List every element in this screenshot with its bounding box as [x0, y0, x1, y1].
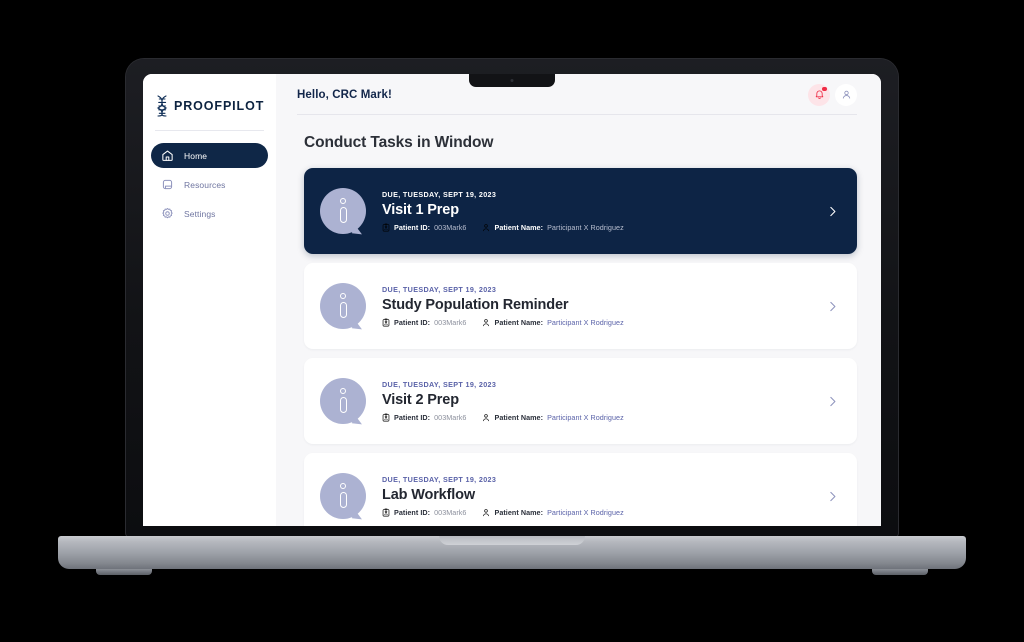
topbar-divider	[297, 114, 857, 115]
app-logo-text: PROOFPILOT	[174, 99, 265, 113]
sidebar-item-settings[interactable]: Settings	[151, 201, 268, 226]
app-logo[interactable]: PROOFPILOT	[143, 88, 276, 118]
task-meta: Patient ID: 003Mark6 Patient Name: Parti…	[382, 413, 813, 422]
laptop-foot-left	[96, 569, 152, 575]
patient-id-value: 003Mark6	[434, 508, 467, 517]
patient-id-meta: Patient ID: 003Mark6	[382, 508, 466, 517]
task-body: DUE, TUESDAY, SEPT 19, 2023 Visit 2 Prep	[382, 380, 813, 422]
task-body: DUE, TUESDAY, SEPT 19, 2023 Study Popula…	[382, 285, 813, 327]
task-due-date: DUE, TUESDAY, SEPT 19, 2023	[382, 190, 497, 199]
main-content: Hello, CRC Mark! Conduct Tasks in Window…	[276, 74, 881, 526]
patient-id-label: Patient ID:	[394, 318, 431, 327]
sidebar-item-label: Resources	[184, 179, 226, 190]
patient-id-value: 003Mark6	[434, 318, 467, 327]
chevron-right-icon[interactable]	[823, 487, 841, 505]
person-icon	[483, 414, 490, 422]
chevron-right-icon[interactable]	[823, 202, 841, 220]
patient-name-meta: Patient Name: Participant X Rodriguez	[482, 223, 624, 232]
notifications-button[interactable]	[808, 83, 830, 106]
home-icon	[161, 149, 174, 162]
sidebar-divider	[155, 130, 264, 131]
patient-id-meta: Patient ID: 003Mark6	[382, 223, 466, 232]
greeting-text: Hello, CRC Mark!	[297, 88, 392, 101]
patient-id-value: 003Mark6	[434, 223, 467, 232]
id-badge-icon	[382, 508, 390, 517]
patient-id-label: Patient ID:	[394, 223, 431, 232]
task-body: DUE, TUESDAY, SEPT 19, 2023 Visit 1 Prep	[382, 190, 813, 232]
screen-viewport: PROOFPILOT Home Resources Settings Hello…	[143, 74, 881, 526]
task-card[interactable]: DUE, TUESDAY, SEPT 19, 2023 Lab Workflow	[304, 453, 857, 526]
patient-name-value: Participant X Rodriguez	[547, 223, 624, 232]
patient-name-label: Patient Name:	[494, 508, 544, 517]
id-badge-icon	[382, 413, 390, 422]
patient-id-label: Patient ID:	[394, 413, 431, 422]
info-bubble-icon	[320, 188, 366, 237]
laptop-foot-right	[872, 569, 928, 575]
laptop-base	[58, 536, 966, 575]
sidebar-item-label: Home	[184, 150, 208, 161]
sidebar: PROOFPILOT Home Resources Settings	[143, 74, 276, 526]
patient-name-label: Patient Name:	[494, 223, 544, 232]
task-due-date: DUE, TUESDAY, SEPT 19, 2023	[382, 475, 497, 484]
laptop-mockup-scene: PROOFPILOT Home Resources Settings Hello…	[0, 0, 1024, 642]
info-bubble-icon	[320, 473, 366, 522]
person-icon	[483, 319, 490, 327]
task-card[interactable]: DUE, TUESDAY, SEPT 19, 2023 Visit 2 Prep	[304, 358, 857, 444]
task-title: Visit 2 Prep	[382, 392, 459, 408]
screen-notch	[469, 74, 555, 87]
task-title: Visit 1 Prep	[382, 202, 459, 218]
patient-name-value: Participant X Rodriguez	[547, 508, 624, 517]
patient-id-meta: Patient ID: 003Mark6	[382, 318, 466, 327]
info-bubble-icon	[320, 283, 366, 332]
patient-name-meta: Patient Name: Participant X Rodriguez	[482, 318, 624, 327]
sidebar-nav: Home Resources Settings	[143, 143, 276, 226]
webcam-icon	[510, 79, 514, 82]
person-icon	[483, 224, 490, 232]
top-bar: Hello, CRC Mark!	[276, 74, 881, 115]
patient-name-meta: Patient Name: Participant X Rodriguez	[482, 413, 624, 422]
task-meta: Patient ID: 003Mark6 Patient Name: Parti…	[382, 508, 813, 517]
task-card[interactable]: DUE, TUESDAY, SEPT 19, 2023 Study Popula…	[304, 263, 857, 349]
notification-badge-dot	[822, 86, 827, 91]
patient-id-label: Patient ID:	[394, 508, 431, 517]
sidebar-item-home[interactable]: Home	[151, 143, 268, 168]
chevron-right-icon[interactable]	[823, 392, 841, 410]
gear-icon	[161, 207, 174, 220]
book-icon	[161, 178, 174, 191]
patient-name-label: Patient Name:	[494, 318, 544, 327]
patient-id-meta: Patient ID: 003Mark6	[382, 413, 466, 422]
task-due-date: DUE, TUESDAY, SEPT 19, 2023	[382, 380, 497, 389]
dna-helix-icon	[156, 95, 168, 117]
patient-name-label: Patient Name:	[494, 413, 544, 422]
account-button[interactable]	[835, 83, 857, 106]
task-card[interactable]: DUE, TUESDAY, SEPT 19, 2023 Visit 1 Prep	[304, 168, 857, 254]
id-badge-icon	[382, 223, 390, 232]
page-title: Conduct Tasks in Window	[304, 134, 494, 151]
laptop-base-lip	[439, 536, 585, 545]
task-title: Lab Workflow	[382, 487, 475, 503]
sidebar-item-label: Settings	[184, 208, 216, 219]
chevron-right-icon[interactable]	[823, 297, 841, 315]
task-due-date: DUE, TUESDAY, SEPT 19, 2023	[382, 285, 497, 294]
task-title: Study Population Reminder	[382, 297, 569, 313]
tasks-panel: Conduct Tasks in Window DUE, TUESDAY, SE…	[276, 115, 881, 526]
info-bubble-icon	[320, 378, 366, 427]
topbar-actions	[808, 83, 857, 106]
task-meta: Patient ID: 003Mark6 Patient Name: Parti…	[382, 318, 813, 327]
task-body: DUE, TUESDAY, SEPT 19, 2023 Lab Workflow	[382, 475, 813, 517]
patient-name-value: Participant X Rodriguez	[547, 318, 624, 327]
sidebar-item-resources[interactable]: Resources	[151, 172, 268, 197]
patient-name-meta: Patient Name: Participant X Rodriguez	[482, 508, 624, 517]
person-icon	[483, 509, 490, 517]
id-badge-icon	[382, 318, 390, 327]
task-meta: Patient ID: 003Mark6 Patient Name: Parti…	[382, 223, 813, 232]
patient-name-value: Participant X Rodriguez	[547, 413, 624, 422]
patient-id-value: 003Mark6	[434, 413, 467, 422]
